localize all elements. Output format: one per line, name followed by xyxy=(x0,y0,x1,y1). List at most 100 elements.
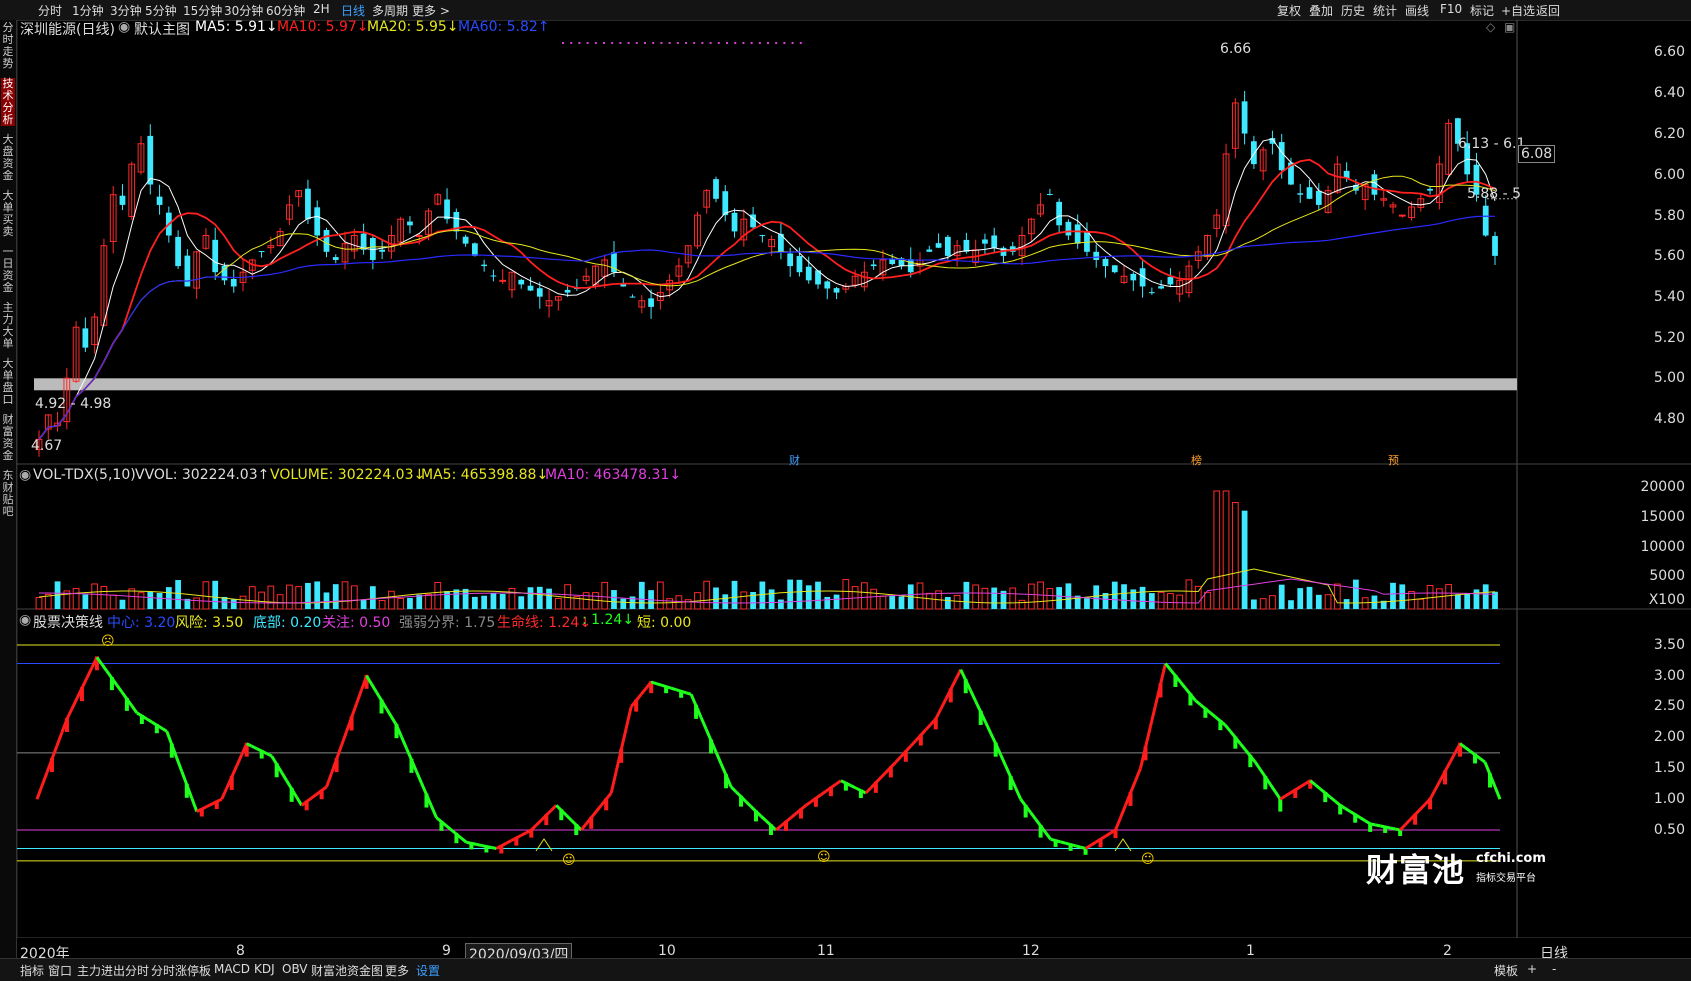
left-tab-4[interactable]: 一日资金 xyxy=(1,246,15,294)
bottom-tab-4[interactable]: MACD xyxy=(214,962,250,976)
toolbar-right-2[interactable]: 历史 xyxy=(1341,2,1365,19)
left-tab-3[interactable]: 大单买卖 xyxy=(1,190,15,238)
event-mark-cai[interactable]: 财 xyxy=(789,452,800,468)
volume-bar xyxy=(713,587,719,609)
left-tab-6[interactable]: 大单盘口 xyxy=(1,358,15,406)
oscillator-segment xyxy=(1314,783,1322,791)
oscillator-segment xyxy=(650,680,657,685)
oscillator-segment xyxy=(864,786,872,795)
vol-collapse-icon[interactable]: ◉ xyxy=(19,467,31,483)
toolbar-tab-7[interactable]: 2H xyxy=(313,2,330,16)
toolbar-right-8[interactable]: 返回 xyxy=(1536,2,1560,19)
oscillator-segment xyxy=(1029,811,1037,821)
toolbar-right-4[interactable]: 画线 xyxy=(1405,2,1429,19)
toolbar-tab-4[interactable]: 15分钟 xyxy=(183,2,222,19)
left-tab-2[interactable]: 大盘资金 xyxy=(1,134,15,182)
bottom-tab-6[interactable]: OBV xyxy=(282,962,308,976)
event-mark-yu[interactable]: 预 xyxy=(1388,452,1399,468)
theme-name[interactable]: 默认主图 xyxy=(134,19,190,39)
toolbar-tab-6[interactable]: 60分钟 xyxy=(266,2,305,19)
volume-bar xyxy=(230,599,237,609)
toolbar-right-1[interactable]: 叠加 xyxy=(1309,2,1333,19)
left-tab-1[interactable]: 技术分析 xyxy=(1,78,15,126)
volume-bar xyxy=(1343,599,1350,609)
candle-body xyxy=(982,239,988,244)
x-label-sep: 9 xyxy=(442,943,451,959)
toolbar-tab-10[interactable]: 更多 > xyxy=(412,2,450,19)
toolbar-tab-8[interactable]: 日线 xyxy=(341,2,365,19)
volume-bar xyxy=(72,588,80,610)
theme-icon[interactable]: ◉ xyxy=(118,19,130,35)
bottom-tab-3[interactable]: 分时涨停板 xyxy=(151,962,211,979)
toolbar-right-6[interactable]: 标记 xyxy=(1470,2,1494,19)
price-axis-tick: 5.20 xyxy=(1653,330,1685,346)
event-dot xyxy=(668,42,671,44)
left-tab-bar: 分时走势技术分析大盘资金大单买卖一日资金主力大单大单盘口财富资金东财贴吧 xyxy=(0,20,17,960)
bottom-tab-5[interactable]: KDJ xyxy=(254,962,275,976)
left-tab-5[interactable]: 主力大单 xyxy=(1,302,15,350)
bottom-tab-1[interactable]: 窗口 xyxy=(48,962,72,979)
volume-bar xyxy=(778,599,784,609)
vol-indicator-name[interactable]: VOL-TDX(5,10) xyxy=(33,467,136,483)
candle-body xyxy=(926,249,933,252)
bottom-right-1[interactable]: + xyxy=(1527,962,1537,976)
bottom-tab-7[interactable]: 财富池资金图 xyxy=(311,962,383,979)
oscillator-segment xyxy=(190,797,199,813)
oscillator-segment xyxy=(805,800,812,807)
event-dot xyxy=(627,42,630,44)
candle-body xyxy=(527,285,534,291)
ind-name[interactable]: 股票决策线 xyxy=(33,612,103,632)
toolbar-right-7[interactable]: +自选 xyxy=(1501,2,1535,19)
toolbar-tab-0[interactable]: 分时 xyxy=(38,2,62,19)
toolbar-tab-3[interactable]: 5分钟 xyxy=(145,2,177,19)
diamond-icon[interactable]: ◇ xyxy=(1486,20,1495,34)
toolbar-right-0[interactable]: 复权 xyxy=(1277,2,1301,19)
vol-ma5-line xyxy=(38,568,1496,604)
toolbar-tab-9[interactable]: 多周期 xyxy=(372,2,408,19)
event-mark-bang[interactable]: 榜 xyxy=(1191,452,1202,468)
oscillator-segment xyxy=(305,796,313,803)
window-toggle-icon[interactable]: ▣ xyxy=(1504,20,1515,34)
volume-bar xyxy=(824,596,831,609)
toolbar-tab-1[interactable]: 1分钟 xyxy=(72,2,104,19)
watermark-brand: 财富池 xyxy=(1366,851,1466,889)
left-tab-7[interactable]: 财富资金 xyxy=(1,414,15,462)
bottom-tab-2[interactable]: 主力进出分时 xyxy=(77,962,149,979)
toolbar-right-3[interactable]: 统计 xyxy=(1373,2,1397,19)
ind-focus: 关注: 0.50 xyxy=(322,615,391,631)
oscillator-segment xyxy=(280,771,288,782)
volume-bar xyxy=(1056,587,1063,609)
bottom-right-0[interactable]: 模板 xyxy=(1494,962,1518,979)
bottom-tab-9[interactable]: 设置 xyxy=(416,962,440,979)
oscillator-segment xyxy=(325,772,334,788)
x-label-nov: 11 xyxy=(817,943,835,959)
volume-bar xyxy=(1167,593,1174,610)
candle-body xyxy=(1241,101,1248,134)
oscillator-segment xyxy=(1034,818,1042,827)
ma10-value: MA10: 5.97↓ xyxy=(277,19,369,35)
volume-bar xyxy=(1361,597,1369,610)
oscillator-segment xyxy=(1274,790,1282,801)
volume-bar xyxy=(193,597,201,610)
event-dot xyxy=(660,42,663,44)
volume-bar xyxy=(1251,599,1257,609)
toolbar-tab-5[interactable]: 30分钟 xyxy=(224,2,263,19)
left-tab-0[interactable]: 分时走势 xyxy=(1,22,15,70)
candle-body xyxy=(444,199,450,220)
volume-bar xyxy=(759,581,766,609)
bottom-tab-8[interactable]: 更多 xyxy=(385,962,409,979)
toolbar-right-5[interactable]: F10 xyxy=(1440,2,1462,16)
stock-title[interactable]: 深圳能源(日线) xyxy=(20,19,115,39)
bottom-right-2[interactable]: - xyxy=(1552,962,1556,976)
ind-collapse-icon[interactable]: ◉ xyxy=(19,612,31,628)
oscillator-segment xyxy=(1479,757,1486,764)
support-band xyxy=(34,378,1517,391)
oscillator-segment xyxy=(1114,817,1122,831)
volume-bar xyxy=(833,594,840,609)
oscillator-bar xyxy=(918,734,923,746)
toolbar-tab-2[interactable]: 3分钟 xyxy=(110,2,142,19)
bottom-tab-0[interactable]: 指标 xyxy=(20,962,44,979)
left-tab-8[interactable]: 东财贴吧 xyxy=(1,470,15,518)
ind-axis-tick: 3.50 xyxy=(1653,637,1685,653)
oscillator-segment xyxy=(624,706,633,729)
